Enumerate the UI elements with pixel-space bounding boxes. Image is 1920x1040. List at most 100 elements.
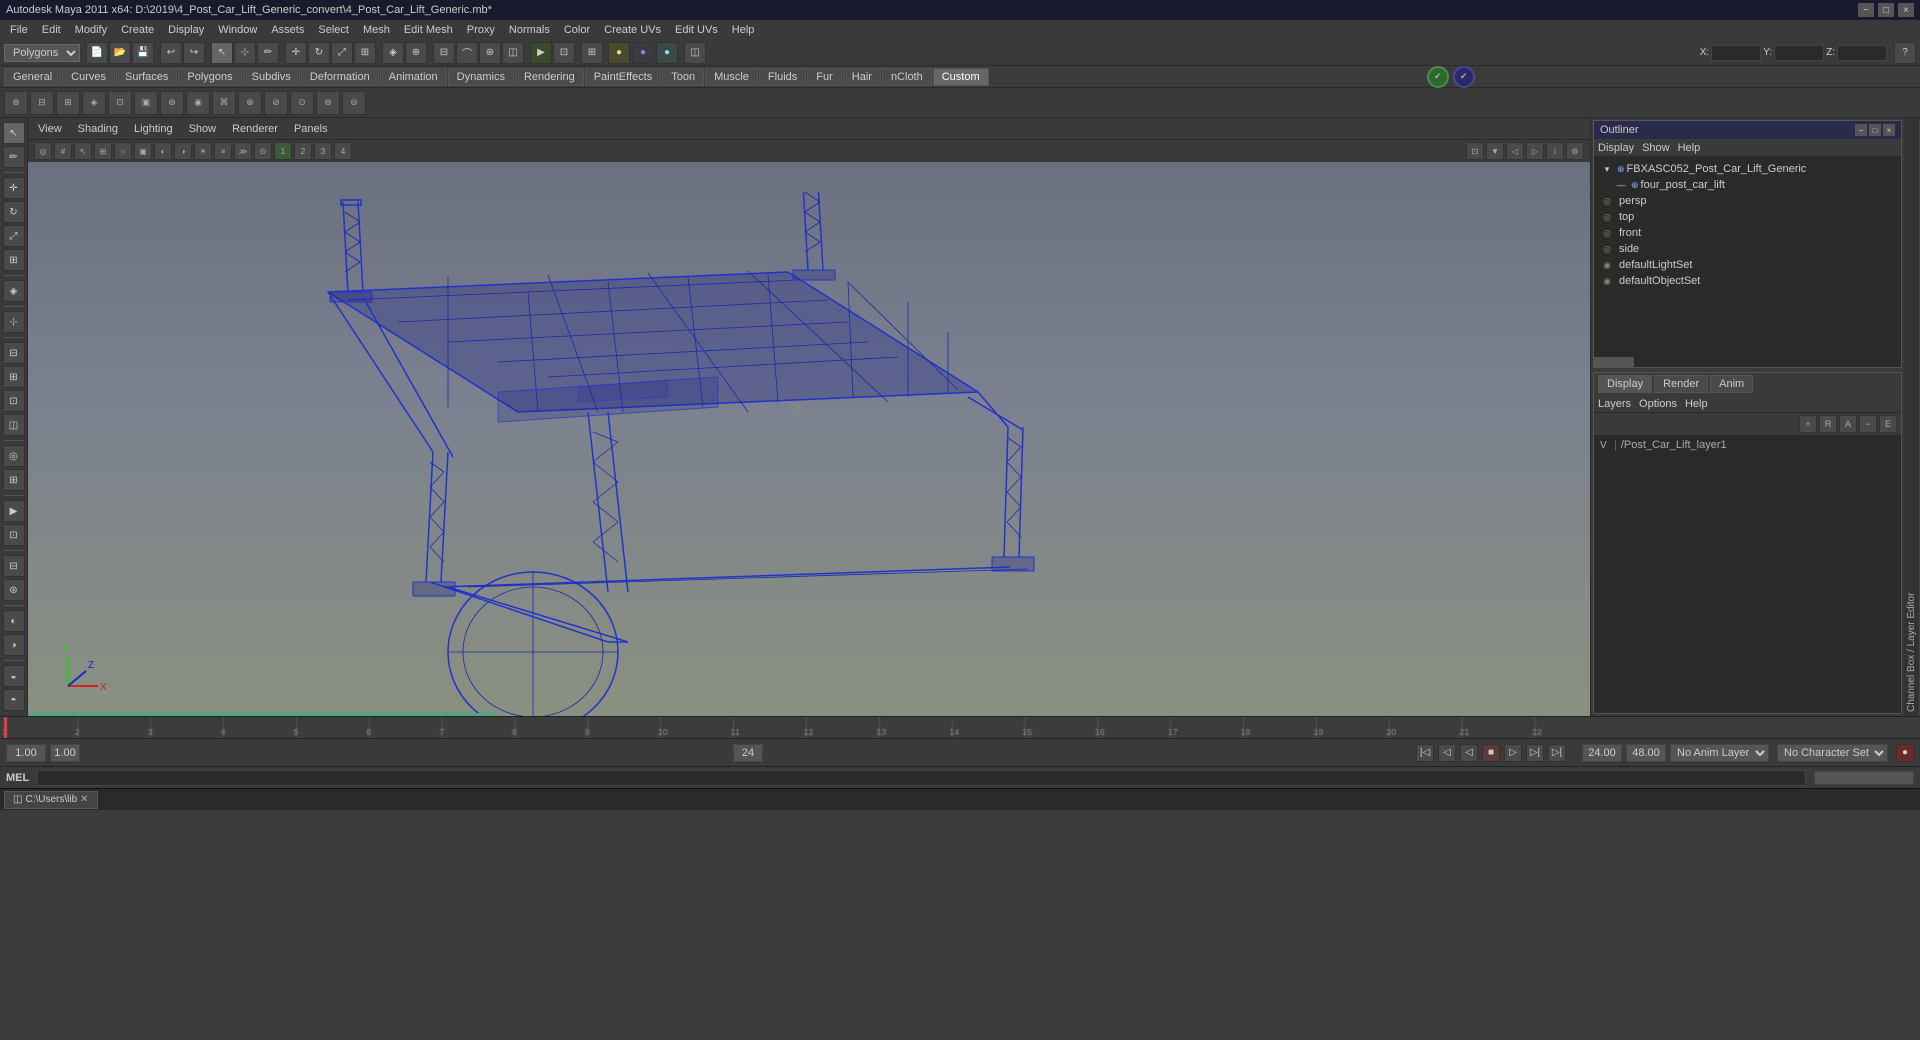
- tool-universal[interactable]: ⊞: [3, 249, 25, 271]
- channel-box-side-label[interactable]: Channel Box / Layer Editor: [1904, 118, 1920, 716]
- tool-scale[interactable]: ⤢: [3, 225, 25, 247]
- toolbar-btn-search[interactable]: ?: [1894, 42, 1916, 64]
- layer-btn-empty[interactable]: E: [1879, 415, 1897, 433]
- timeline-ruler[interactable]: [0, 717, 1920, 739]
- shelf-tab-surfaces[interactable]: Surfaces: [116, 68, 177, 86]
- btn-play-back[interactable]: ◁: [1460, 744, 1478, 762]
- menu-file[interactable]: File: [4, 22, 34, 38]
- vp-icon-1[interactable]: 1: [274, 142, 292, 160]
- menu-edit[interactable]: Edit: [36, 22, 67, 38]
- toolbar-btn-paint[interactable]: ✏: [257, 42, 279, 64]
- view-menu-show[interactable]: Show: [185, 121, 221, 137]
- tool-rotate[interactable]: ↻: [3, 201, 25, 223]
- btn-goto-end[interactable]: ▷|: [1548, 744, 1566, 762]
- toolbar-btn-snap-grid[interactable]: ⊟: [433, 42, 455, 64]
- vp-icon-tex[interactable]: ▣: [134, 142, 152, 160]
- shelf-icon-13[interactable]: ⊚: [316, 91, 340, 115]
- tool-display-box[interactable]: ⊟: [3, 342, 25, 364]
- end-time-field-1[interactable]: [1582, 744, 1622, 762]
- toolbar-btn-show-ui[interactable]: ⊞: [581, 42, 603, 64]
- shelf-tab-deformation[interactable]: Deformation: [301, 68, 379, 86]
- menu-modify[interactable]: Modify: [69, 22, 113, 38]
- tool-move[interactable]: ✛: [3, 177, 25, 199]
- vp-icon-settings[interactable]: ⚙: [1566, 142, 1584, 160]
- btn-play-fwd[interactable]: ▷: [1504, 744, 1522, 762]
- tool-show-manip[interactable]: ⊹: [3, 311, 25, 333]
- char-set-dropdown[interactable]: No Character Set: [1777, 744, 1888, 762]
- shelf-icon-1[interactable]: ⊕: [4, 91, 28, 115]
- y-coord-field[interactable]: [1774, 45, 1824, 61]
- tool-layout[interactable]: ⊞: [3, 469, 25, 491]
- tool-misc1[interactable]: ◒: [3, 665, 25, 687]
- menu-create[interactable]: Create: [115, 22, 160, 38]
- btn-goto-start[interactable]: |◁: [1416, 744, 1434, 762]
- toolbar-btn-open[interactable]: 📂: [109, 42, 131, 64]
- command-input[interactable]: [37, 770, 1806, 786]
- shelf-tab-subdivs[interactable]: Subdivs: [243, 68, 300, 86]
- menu-proxy[interactable]: Proxy: [461, 22, 501, 38]
- shelf-icon-6[interactable]: ▣: [134, 91, 158, 115]
- tool-display-wire[interactable]: ◫: [3, 414, 25, 436]
- layer-visibility[interactable]: V: [1600, 440, 1614, 451]
- layer-row-post-car-lift[interactable]: V | /Post_Car_Lift_layer1: [1596, 437, 1899, 453]
- layer-btn-ref[interactable]: R: [1819, 415, 1837, 433]
- vp-icon-shadow[interactable]: ◐: [154, 142, 172, 160]
- layer-menu-help[interactable]: Help: [1685, 398, 1708, 410]
- shelf-icon-5[interactable]: ⊡: [108, 91, 132, 115]
- vp-icon-4[interactable]: 4: [334, 142, 352, 160]
- tree-item-four-post[interactable]: — ⊕ four_post_car_lift: [1598, 177, 1897, 193]
- maximize-button[interactable]: □: [1878, 3, 1894, 17]
- view-menu-view[interactable]: View: [34, 121, 66, 137]
- workspace-dropdown[interactable]: Polygons: [4, 44, 80, 62]
- shelf-tab-toon[interactable]: Toon: [662, 68, 704, 86]
- menu-help[interactable]: Help: [726, 22, 761, 38]
- toolbar-btn-undo[interactable]: ↩: [160, 42, 182, 64]
- shelf-tab-general[interactable]: General: [4, 68, 61, 86]
- tool-grid[interactable]: ⊟: [3, 555, 25, 577]
- vp-icon-ao[interactable]: ◑: [174, 142, 192, 160]
- outliner-menu-display[interactable]: Display: [1598, 142, 1634, 154]
- close-button[interactable]: ×: [1898, 3, 1914, 17]
- tool-snap[interactable]: ⊛: [3, 579, 25, 601]
- shelf-tab-painteffects[interactable]: PaintEffects: [585, 68, 662, 86]
- outliner-menu-show[interactable]: Show: [1642, 142, 1670, 154]
- shelf-icon-7[interactable]: ⊛: [160, 91, 184, 115]
- menu-mesh[interactable]: Mesh: [357, 22, 396, 38]
- vp-icon-grid[interactable]: #: [54, 142, 72, 160]
- toolbar-btn-soft[interactable]: ◈: [382, 42, 404, 64]
- outliner-x-btn[interactable]: ×: [1883, 124, 1895, 136]
- tool-ipr[interactable]: ⊡: [3, 524, 25, 546]
- vp-icon-select[interactable]: ↖: [74, 142, 92, 160]
- toolbar-btn-select[interactable]: ↖: [211, 42, 233, 64]
- tree-item-default-object-set[interactable]: ◉ defaultObjectSet: [1598, 273, 1897, 289]
- menu-normals[interactable]: Normals: [503, 22, 556, 38]
- vp-icon-poly[interactable]: ⊞: [94, 142, 112, 160]
- vp-icon-light[interactable]: ☀: [194, 142, 212, 160]
- shelf-tab-fur[interactable]: Fur: [807, 68, 842, 86]
- layer-menu-layers[interactable]: Layers: [1598, 398, 1631, 410]
- toolbar-btn-universal[interactable]: ⊞: [354, 42, 376, 64]
- outliner-title-controls[interactable]: − □ ×: [1855, 124, 1895, 136]
- layer-btn-add[interactable]: A: [1839, 415, 1857, 433]
- shelf-tab-muscle[interactable]: Muscle: [705, 68, 758, 86]
- tool-paint-select[interactable]: ✏: [3, 146, 25, 168]
- layer-menu-options[interactable]: Options: [1639, 398, 1677, 410]
- tree-item-fbx-root[interactable]: ▾ ⊕ FBXASC052_Post_Car_Lift_Generic: [1598, 161, 1897, 177]
- tree-item-front[interactable]: ◎ front: [1598, 225, 1897, 241]
- view-menu-shading[interactable]: Shading: [74, 121, 122, 137]
- toolbar-btn-ipr[interactable]: ⊡: [553, 42, 575, 64]
- tool-misc2[interactable]: ◓: [3, 689, 25, 711]
- view-menu-panels[interactable]: Panels: [290, 121, 332, 137]
- menu-create-uvs[interactable]: Create UVs: [598, 22, 667, 38]
- layer-tab-render[interactable]: Render: [1654, 375, 1708, 393]
- shelf-tab-rendering[interactable]: Rendering: [515, 68, 584, 86]
- current-time-field[interactable]: [50, 744, 80, 762]
- toolbar-btn-history[interactable]: ⊕: [405, 42, 427, 64]
- tool-display-bounding[interactable]: ⊡: [3, 390, 25, 412]
- z-coord-field[interactable]: [1837, 45, 1887, 61]
- vp-icon-film[interactable]: ⊡: [1466, 142, 1484, 160]
- tool-render[interactable]: ▶: [3, 500, 25, 522]
- shelf-icon-3[interactable]: ⊞: [56, 91, 80, 115]
- tree-item-default-light-set[interactable]: ◉ defaultLightSet: [1598, 257, 1897, 273]
- vp-icon-camera[interactable]: ◎: [34, 142, 52, 160]
